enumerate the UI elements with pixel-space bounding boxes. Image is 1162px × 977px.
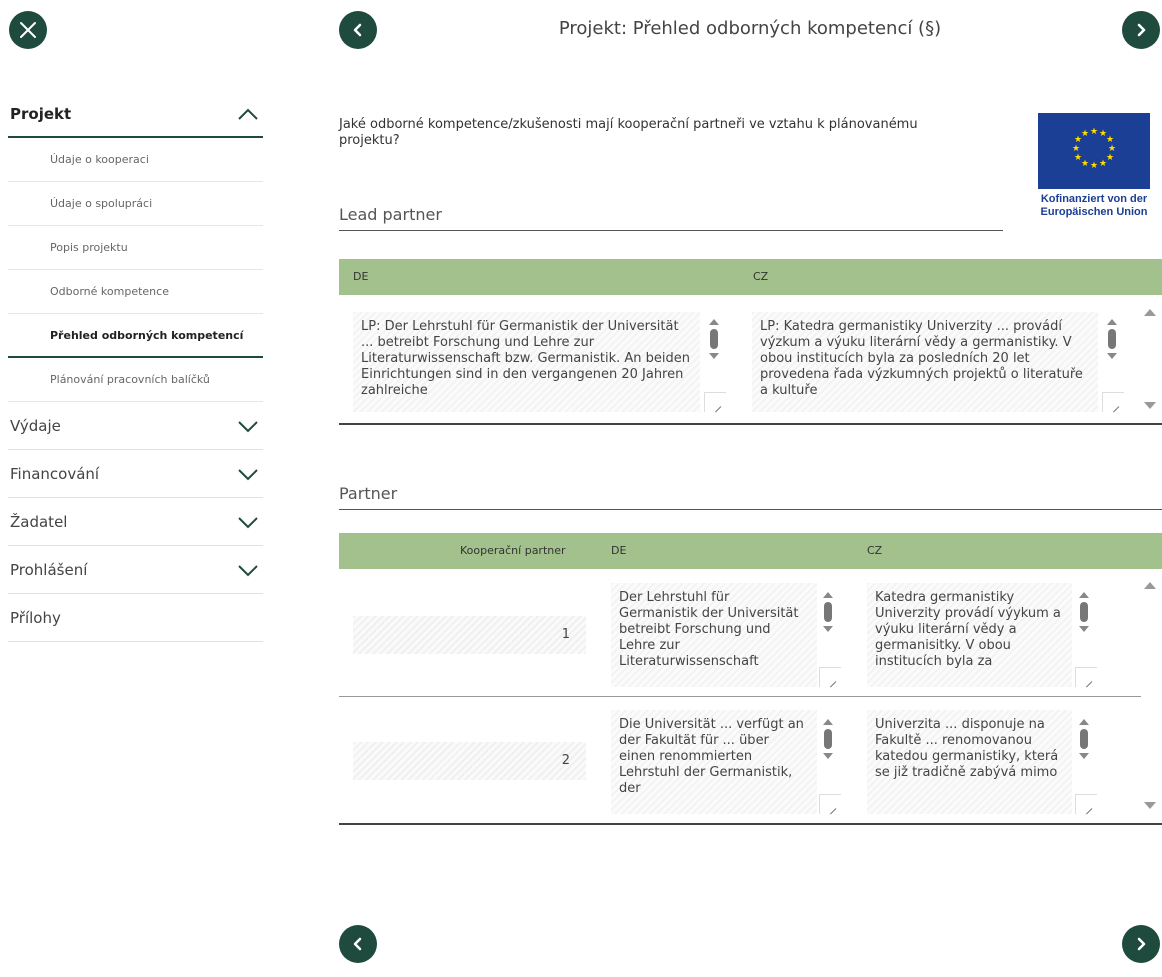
- resize-handle[interactable]: [819, 667, 841, 687]
- partner-number-cell[interactable]: 1: [353, 616, 586, 654]
- sidebar-item-odborne-kompetence[interactable]: Odborné kompetence: [8, 270, 263, 314]
- next-page-bottom-button[interactable]: [1122, 925, 1160, 963]
- textarea-scrollbar[interactable]: [1103, 319, 1121, 379]
- partner-1-cz-textarea[interactable]: Katedra germanistiky Univerzity provádí …: [867, 583, 1072, 687]
- svg-text:★: ★: [1081, 159, 1089, 169]
- chevron-down-icon: [238, 516, 258, 528]
- chevron-down-icon: [238, 564, 258, 576]
- eu-logo: ★ ★ ★ ★ ★ ★ ★ ★ ★ ★ ★ ★ Kofinanziert von der Euro…: [1029, 113, 1159, 219]
- textarea-scrollbar[interactable]: [819, 592, 837, 652]
- chevron-down-icon: [238, 468, 258, 480]
- svg-text:★: ★: [1106, 153, 1114, 163]
- svg-text:★: ★: [1099, 159, 1107, 169]
- svg-text:★: ★: [1072, 144, 1080, 154]
- sidebar-section-prilohy[interactable]: Přílohy: [8, 594, 263, 642]
- page-title: Projekt: Přehled odborných kompetencí (§…: [558, 18, 942, 39]
- chevron-left-icon: [353, 23, 362, 37]
- resize-handle[interactable]: [704, 392, 726, 412]
- sidebar-section-projekt[interactable]: Projekt: [8, 92, 263, 138]
- chevron-right-icon: [1137, 937, 1146, 951]
- column-header-de: DE: [353, 270, 369, 283]
- sidebar-nav: Projekt Údaje o kooperaci Údaje o spolup…: [8, 92, 263, 642]
- lead-partner-de-textarea[interactable]: LP: Der Lehrstuhl für Germanistik der Un…: [353, 312, 700, 412]
- resize-handle[interactable]: [1075, 794, 1097, 814]
- svg-text:★: ★: [1074, 153, 1082, 163]
- textarea-scrollbar[interactable]: [705, 319, 723, 379]
- textarea-scrollbar[interactable]: [819, 719, 837, 779]
- resize-handle[interactable]: [819, 794, 841, 814]
- sidebar-item-udaje-o-spolupraci[interactable]: Údaje o spolupráci: [8, 182, 263, 226]
- chevron-down-icon: [238, 420, 258, 432]
- sidebar-section-vydaje[interactable]: Výdaje: [8, 402, 263, 450]
- chevron-right-icon: [1137, 23, 1146, 37]
- sidebar-section-prohlaseni[interactable]: Prohlášení: [8, 546, 263, 594]
- sidebar-section-label: Financování: [10, 464, 100, 483]
- svg-text:★: ★: [1081, 129, 1089, 139]
- resize-handle[interactable]: [1075, 667, 1097, 687]
- partner-table-header: Kooperační partner DE CZ: [339, 533, 1162, 569]
- svg-text:★: ★: [1090, 127, 1098, 137]
- chevron-left-icon: [353, 937, 362, 951]
- sidebar-section-label: Prohlášení: [10, 560, 88, 579]
- resize-handle[interactable]: [1102, 392, 1124, 412]
- lead-partner-title: Lead partner: [339, 205, 1003, 231]
- chevron-up-icon: [238, 108, 258, 120]
- column-header-partner: Kooperační partner: [460, 544, 566, 557]
- close-button[interactable]: [9, 11, 47, 49]
- column-header-cz: CZ: [867, 544, 883, 557]
- column-header-cz: CZ: [753, 270, 769, 283]
- sidebar-section-label: Výdaje: [10, 416, 61, 435]
- eu-flag-icon: ★ ★ ★ ★ ★ ★ ★ ★ ★ ★ ★ ★: [1038, 113, 1150, 189]
- sidebar-section-label: Přílohy: [10, 608, 61, 627]
- sidebar-item-udaje-o-kooperaci[interactable]: Údaje o kooperaci: [8, 138, 263, 182]
- sidebar-item-planovani-pracovnich-balicku[interactable]: Plánování pracovních balíčků: [8, 358, 263, 402]
- sidebar-section-financovani[interactable]: Financování: [8, 450, 263, 498]
- row-divider: [339, 696, 1141, 697]
- eu-cofinanced-text: Kofinanziert von der Europäischen Union: [1040, 193, 1148, 218]
- close-icon: [20, 22, 36, 38]
- prev-page-top-button[interactable]: [339, 11, 377, 49]
- sidebar-item-popis-projektu[interactable]: Popis projektu: [8, 226, 263, 270]
- column-header-de: DE: [611, 544, 627, 557]
- partner-number-cell[interactable]: 2: [353, 742, 586, 780]
- sidebar-section-label: Projekt: [10, 105, 72, 123]
- question-text: Jaké odborné kompetence/zkušenosti mají …: [339, 117, 918, 148]
- partner-2-de-textarea[interactable]: Die Universität ... verfügt an der Fakul…: [611, 710, 817, 814]
- partner-title: Partner: [339, 484, 1162, 510]
- sidebar-section-zadatel[interactable]: Žadatel: [8, 498, 263, 546]
- svg-text:★: ★: [1090, 161, 1098, 171]
- prev-page-bottom-button[interactable]: [339, 925, 377, 963]
- lead-partner-table-header: DE CZ: [339, 259, 1162, 295]
- partner-1-de-textarea[interactable]: Der Lehrstuhl für Germanistik der Univer…: [611, 583, 817, 687]
- lead-partner-cz-textarea[interactable]: LP: Katedra germanistiky Univerzity ... …: [752, 312, 1098, 412]
- partner-2-cz-textarea[interactable]: Univerzita ... disponuje na Fakultě ... …: [867, 710, 1072, 814]
- textarea-scrollbar[interactable]: [1075, 592, 1093, 652]
- sidebar-item-prehled-odbornych-kompetenci[interactable]: Přehled odborných kompetencí: [8, 314, 263, 358]
- textarea-scrollbar[interactable]: [1075, 719, 1093, 779]
- sidebar-section-label: Žadatel: [10, 512, 68, 531]
- next-page-top-button[interactable]: [1122, 11, 1160, 49]
